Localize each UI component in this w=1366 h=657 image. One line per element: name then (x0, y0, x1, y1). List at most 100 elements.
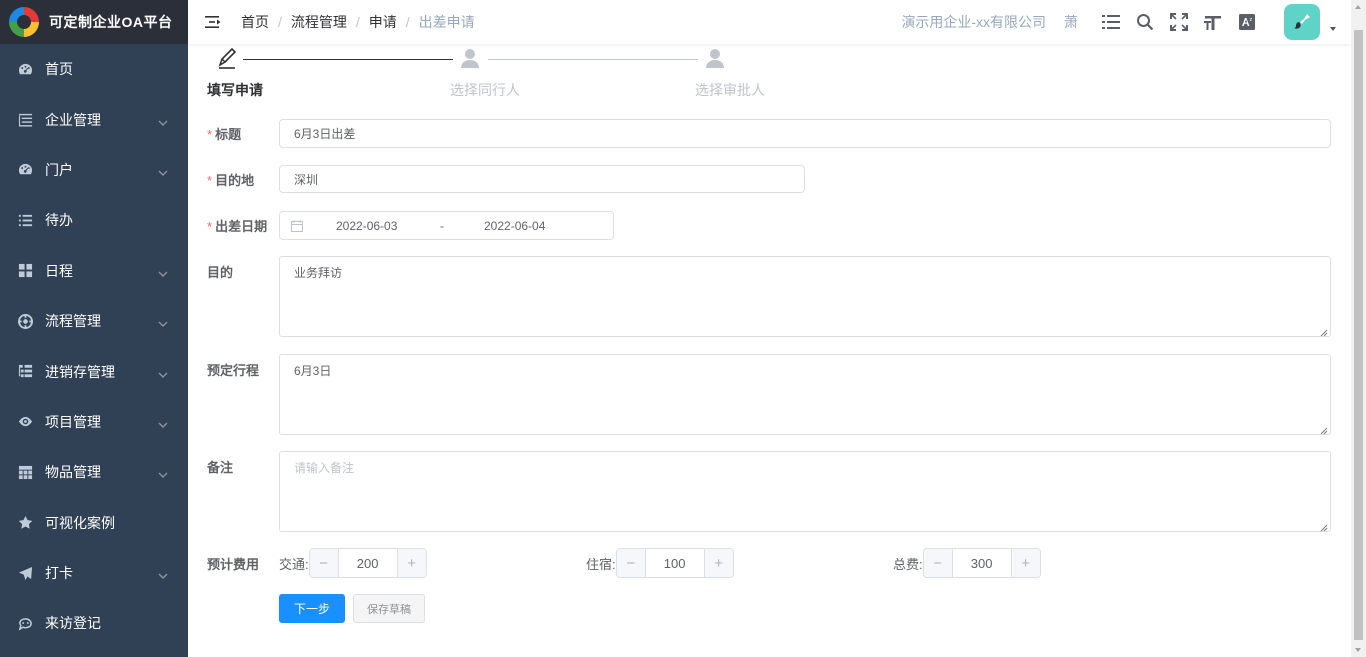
chevron-down-icon (158, 417, 168, 433)
sidebar: 可定制企业OA平台 首页企业管理门户待办日程流程管理进销存管理项目管理 物品管理可… (0, 0, 188, 657)
user-icon (461, 49, 479, 68)
cost-lodging-label: 住宿: (586, 556, 616, 572)
scrollbar-thumb[interactable] (1354, 30, 1363, 640)
sidebar-menu: 首页企业管理门户待办日程流程管理进销存管理项目管理 物品管理可视化案例打卡来访登记 (0, 44, 188, 649)
sidebar-item-label: 待办 (45, 212, 73, 229)
purpose-label: 目的 (207, 265, 234, 280)
breadcrumb-separator: / (355, 14, 360, 30)
cost-total: 总费: − 300 + (893, 548, 1041, 578)
trip-date-separator: - (440, 218, 444, 233)
purpose-textarea[interactable]: 业务拜访 (279, 256, 1331, 337)
sidebar-item-11[interactable]: 来访登记 (0, 598, 188, 648)
lodging-value[interactable]: 100 (646, 556, 704, 571)
pencil-icon (218, 47, 237, 69)
itinerary-label: 预定行程 (207, 363, 260, 378)
user-icon (706, 49, 724, 68)
sidebar-item-label: 门户 (45, 161, 73, 178)
scroll-down-arrow-icon[interactable] (1355, 648, 1361, 652)
language-icon[interactable]: z (1238, 13, 1256, 31)
save-draft-button[interactable]: 保存草稿 (353, 594, 425, 623)
user-avatar[interactable] (1284, 4, 1320, 40)
step-line (488, 59, 698, 60)
dashboard-icon (17, 162, 33, 178)
step-line (243, 59, 453, 60)
calendar-icon (291, 219, 303, 232)
breadcrumb-separator: / (278, 14, 282, 30)
decrease-button[interactable]: − (923, 549, 953, 577)
list-menu-icon[interactable] (1102, 13, 1120, 31)
total-value[interactable]: 300 (953, 556, 1011, 571)
remark-textarea[interactable]: 请输入备注 (279, 451, 1331, 532)
sidebar-item-6[interactable]: 进销存管理 (0, 346, 188, 396)
search-icon[interactable] (1136, 13, 1154, 31)
fullscreen-icon[interactable] (1170, 13, 1188, 31)
resize-handle-icon[interactable] (1320, 521, 1328, 532)
grid-icon (17, 263, 33, 279)
trip-date-label: * 出差日期 (207, 219, 268, 234)
increase-button[interactable]: + (1010, 549, 1040, 577)
itinerary-textarea[interactable]: 6月3日 (279, 354, 1331, 435)
sidebar-item-label: 可视化案例 (45, 514, 115, 531)
resize-handle-icon[interactable] (1320, 326, 1328, 337)
sidebar-item-0[interactable]: 首页 (0, 44, 188, 94)
trip-date-range-picker[interactable]: 2022-06-03 - 2022-06-04 (279, 211, 614, 240)
trip-date-end[interactable]: 2022-06-04 (484, 219, 545, 233)
cost-transport-label: 交通: (279, 556, 309, 572)
sidebar-item-7[interactable]: 项目管理 (0, 397, 188, 447)
step-select-approver: 选择审批人 (695, 46, 765, 98)
sidebar-toggle-icon[interactable] (205, 14, 221, 30)
cost-label: 预计费用 (207, 557, 260, 572)
step-title: 填写申请 (207, 82, 263, 98)
step-fill-application: 填写申请 (207, 46, 263, 98)
sidebar-item-label: 日程 (45, 262, 73, 279)
sidebar-item-label: 打卡 (45, 565, 73, 582)
sidebar-item-2[interactable]: 门户 (0, 145, 188, 195)
sidebar-item-label: 流程管理 (45, 313, 101, 330)
app-logo[interactable]: 可定制企业OA平台 (0, 0, 188, 44)
eye-icon (17, 414, 33, 430)
required-mark: * (207, 127, 213, 142)
app-title: 可定制企业OA平台 (49, 14, 173, 30)
cost-total-label: 总费: (893, 556, 923, 572)
next-step-button[interactable]: 下一步 (279, 594, 346, 623)
user-dropdown-caret-icon[interactable] (1330, 27, 1336, 31)
chevron-down-icon (158, 316, 168, 332)
sidebar-item-10[interactable]: 打卡 (0, 548, 188, 598)
breadcrumb-process[interactable]: 流程管理 (291, 12, 347, 32)
sidebar-item-3[interactable]: 待办 (0, 195, 188, 245)
sidebar-item-label: 进销存管理 (45, 363, 115, 380)
increase-button[interactable]: + (703, 549, 733, 577)
sidebar-item-8[interactable]: 物品管理 (0, 447, 188, 497)
sidebar-item-1[interactable]: 企业管理 (0, 94, 188, 144)
cost-lodging: 住宿: − 100 + (586, 548, 734, 578)
decrease-button[interactable]: − (616, 549, 646, 577)
star-icon (17, 515, 33, 531)
sidebar-item-5[interactable]: 流程管理 (0, 296, 188, 346)
breadcrumb-home[interactable]: 首页 (241, 12, 269, 32)
sidebar-item-4[interactable]: 日程 (0, 246, 188, 296)
sidebar-item-label: 来访登记 (45, 615, 101, 632)
sidebar-item-label: 企业管理 (45, 111, 101, 128)
resize-handle-icon[interactable] (1320, 424, 1328, 435)
increase-button[interactable]: + (396, 549, 426, 577)
visitor-icon (17, 615, 33, 631)
list-icon (17, 212, 33, 228)
page-scrollbar[interactable] (1351, 0, 1366, 657)
sidebar-item-label: 首页 (45, 61, 73, 78)
breadcrumb-apply[interactable]: 申请 (369, 12, 397, 32)
paper-plane-icon (17, 565, 33, 581)
destination-input[interactable]: 深圳 (279, 165, 805, 193)
company-name: 演示用企业-xx有限公司 (901, 14, 1046, 30)
title-input[interactable]: 6月3日出差 (279, 119, 1331, 148)
trip-date-start[interactable]: 2022-06-03 (336, 219, 397, 233)
transport-value[interactable]: 200 (339, 556, 397, 571)
scroll-up-arrow-icon[interactable] (1355, 5, 1361, 9)
font-size-icon[interactable] (1204, 13, 1222, 31)
destination-label: * 目的地 (207, 173, 255, 188)
sidebar-item-9[interactable]: 可视化案例 (0, 498, 188, 548)
decrease-button[interactable]: − (309, 549, 339, 577)
chevron-down-icon (158, 165, 168, 181)
chevron-down-icon (158, 467, 168, 483)
steps: 填写申请 选择同行人 选择审批人 (207, 46, 807, 106)
breadcrumb: 首页 / 流程管理 / 申请 / 出差申请 (241, 12, 475, 32)
